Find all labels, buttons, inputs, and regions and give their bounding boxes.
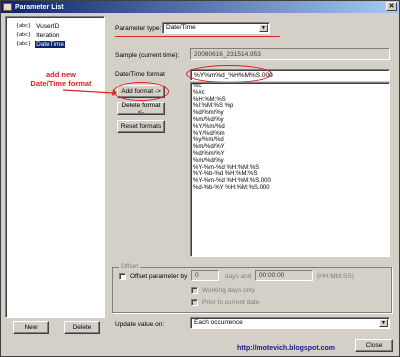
update-value-label: Update value on:: [115, 321, 165, 328]
offset-parameter-checkbox[interactable]: [119, 273, 126, 280]
parameter-type-label: Parameter type:: [115, 25, 162, 32]
annotation-ellipse: [186, 65, 272, 83]
reset-formats-button[interactable]: Reset formats: [117, 120, 165, 133]
working-days-label: Working days only: [202, 287, 255, 294]
list-item[interactable]: %Y-%m-%d %H:%M:%S: [191, 165, 389, 172]
tree-item-label: Iteration: [36, 31, 60, 39]
new-button[interactable]: New: [13, 321, 49, 334]
list-item[interactable]: %Y/%d/%m: [191, 131, 389, 138]
watermark: http://motevich.blogspot.com: [237, 345, 335, 352]
close-button[interactable]: Close: [355, 339, 393, 352]
list-item[interactable]: %H:%M:%S: [191, 97, 389, 104]
tree-item-datetime[interactable]: {abc} DateTime: [16, 40, 65, 48]
list-item[interactable]: %d/%m/%Y: [191, 151, 389, 158]
annotation-line-1: add new: [45, 70, 76, 79]
list-item[interactable]: %Y-%m-%d %H:%M:%S.000: [191, 178, 389, 185]
update-value-select[interactable]: Each occurrence ▼: [190, 317, 390, 329]
working-days-checkbox[interactable]: [191, 287, 198, 294]
list-item[interactable]: %I:%M:%S %p: [191, 103, 389, 110]
annotation-arrow-icon: [62, 89, 117, 96]
offset-group-title: Offset: [119, 263, 141, 270]
offset-time-field[interactable]: 00:00:00: [255, 270, 313, 281]
app-icon: [3, 3, 12, 11]
prior-to-current-date-label: Prior to current date: [202, 299, 260, 306]
tree-item-iteration[interactable]: {abc} Iteration: [16, 31, 61, 39]
days-and-label: days and: [225, 273, 252, 280]
list-item[interactable]: %#c: [191, 90, 389, 97]
offset-group: Offset Offset parameter by 0 days and 00…: [112, 263, 392, 313]
parameter-list-window: Parameter List ✕ {abc} VuserID {abc} Ite…: [0, 0, 400, 357]
list-item[interactable]: %d/%m/%y: [191, 110, 389, 117]
delete-format-button[interactable]: Delete format <-: [117, 102, 165, 116]
offset-days-field[interactable]: 0: [191, 270, 219, 281]
prior-to-current-date-checkbox[interactable]: [191, 299, 198, 306]
list-item[interactable]: %y/%m/%d: [191, 137, 389, 144]
list-item[interactable]: %m/%d/%y: [191, 117, 389, 124]
annotation-underline: [115, 36, 280, 37]
time-format-hint: (HH:MM:SS): [317, 273, 354, 280]
sample-field: 20080616_231514.953: [190, 48, 390, 60]
parameter-type-select[interactable]: Date/Time ▼: [162, 22, 270, 34]
offset-parameter-label: Offset parameter by: [130, 273, 188, 280]
delete-button[interactable]: Delete: [64, 321, 100, 334]
annotation-text: add new Date/Time format: [21, 70, 101, 88]
sample-label: Sample (current time):: [115, 52, 180, 59]
list-item[interactable]: %Y/%m/%d: [191, 124, 389, 131]
list-item[interactable]: %m/%d/%Y: [191, 144, 389, 151]
parameter-icon: {abc}: [16, 23, 32, 29]
parameter-icon: {abc}: [16, 32, 32, 38]
list-item[interactable]: %c: [191, 83, 389, 90]
tree-item-label: VuserID: [36, 22, 60, 30]
window-close-button[interactable]: ✕: [386, 2, 397, 11]
window-title: Parameter List: [15, 3, 64, 11]
datetime-format-label: Date/Time format: [115, 71, 165, 78]
parameter-type-value: Date/Time: [166, 24, 196, 31]
title-bar: Parameter List ✕: [1, 1, 399, 13]
parameter-tree[interactable]: {abc} VuserID {abc} Iteration {abc} Date…: [5, 16, 105, 318]
tree-item-label: DateTime: [35, 40, 65, 48]
tree-item-vuserid[interactable]: {abc} VuserID: [16, 22, 60, 30]
datetime-format-list[interactable]: %c %#c %H:%M:%S %I:%M:%S %p %d/%m/%y %m/…: [190, 82, 390, 257]
chevron-down-icon[interactable]: ▼: [259, 24, 268, 32]
list-item[interactable]: %Y-%b-%d %H:%M:%S: [191, 171, 389, 178]
annotation-ellipse: [113, 82, 169, 101]
list-item[interactable]: %d-%b-%Y %H:%M:%S.000: [191, 185, 389, 192]
parameter-icon: {abc}: [16, 41, 32, 47]
update-value-value: Each occurrence: [194, 319, 243, 326]
chevron-down-icon[interactable]: ▼: [379, 319, 388, 327]
list-item[interactable]: %m/%d/%y: [191, 158, 389, 165]
